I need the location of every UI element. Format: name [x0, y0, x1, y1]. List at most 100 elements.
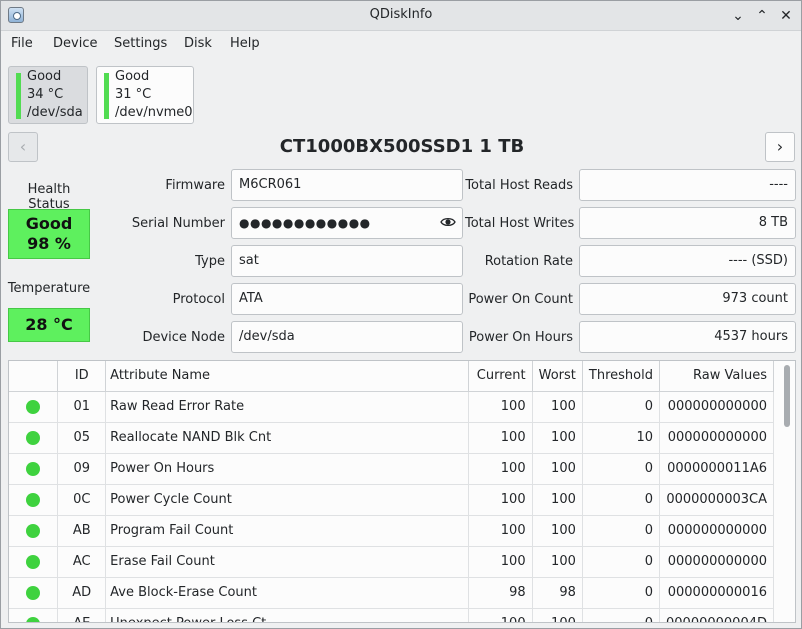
total-host-writes-field: 8 TB: [579, 207, 796, 239]
attribute-current: 98: [468, 577, 533, 609]
status-dot-icon: [26, 461, 41, 476]
device-node: /dev/sda: [27, 105, 83, 120]
serial-number-label: Serial Number: [131, 216, 225, 231]
health-percent-value: 98 %: [27, 234, 71, 253]
column-header-threshold[interactable]: Threshold: [582, 361, 661, 392]
close-icon[interactable]: ✕: [776, 6, 796, 26]
disk-title: CT1000BX500SSD1 1 TB: [279, 136, 525, 157]
status-cell: [9, 577, 59, 609]
device-card-sda[interactable]: Good 34 °C /dev/sda: [8, 66, 88, 124]
attribute-threshold: 0: [582, 546, 661, 578]
total-host-writes-label: Total Host Writes: [465, 216, 575, 231]
status-dot-icon: [26, 523, 41, 538]
attribute-name: Unexpect Power Loss Ct: [105, 608, 469, 622]
power-on-hours-label: Power On Hours: [468, 330, 573, 345]
attribute-raw-value: 000000000000: [659, 515, 774, 547]
table-row[interactable]: AC Erase Fail Count 100 100 0 000000000000: [9, 546, 774, 578]
menu-help[interactable]: Help: [230, 36, 260, 51]
status-dot-icon: [26, 554, 41, 569]
menu-settings[interactable]: Settings: [114, 36, 167, 51]
attribute-current: 100: [468, 608, 533, 622]
temperature-badge: 28 °C: [8, 308, 90, 342]
attribute-threshold: 0: [582, 515, 661, 547]
attribute-threshold: 0: [582, 577, 661, 609]
attribute-name: Reallocate NAND Blk Cnt: [105, 422, 469, 454]
device-node-label: Device Node: [142, 330, 225, 345]
status-dot-icon: [26, 616, 41, 622]
attribute-current: 100: [468, 391, 533, 423]
attribute-threshold: 0: [582, 453, 661, 485]
attribute-worst: 98: [532, 577, 583, 609]
attribute-worst: 100: [532, 391, 583, 423]
rotation-rate-label: Rotation Rate: [484, 254, 573, 269]
attribute-name: Power Cycle Count: [105, 484, 469, 516]
menu-device[interactable]: Device: [53, 36, 97, 51]
power-on-hours-field: 4537 hours: [579, 321, 796, 353]
device-node-value: /dev/sda: [239, 329, 295, 344]
table-row[interactable]: AB Program Fail Count 100 100 0 000000000000: [9, 515, 774, 547]
rotation-rate-value: ---- (SSD): [728, 253, 788, 268]
column-header-attribute-name[interactable]: Attribute Name: [105, 361, 469, 392]
table-row[interactable]: AD Ave Block-Erase Count 98 98 0 000000000016: [9, 577, 774, 609]
status-dot-icon: [26, 585, 41, 600]
eye-icon[interactable]: [440, 214, 456, 230]
table-scrollbar[interactable]: [781, 363, 793, 620]
next-disk-button[interactable]: ›: [765, 132, 795, 162]
table-row[interactable]: AEUnexpect Power Loss Ct1001000000000000…: [9, 608, 774, 622]
attribute-current: 100: [468, 546, 533, 578]
attribute-threshold: 0: [582, 484, 661, 516]
scrollbar-thumb[interactable]: [784, 365, 790, 427]
attribute-id: AE: [57, 608, 107, 622]
protocol-label: Protocol: [172, 292, 225, 307]
attribute-name: Raw Read Error Rate: [105, 391, 469, 423]
column-header-raw-values[interactable]: Raw Values: [659, 361, 774, 392]
status-cell: [9, 422, 59, 454]
table-row[interactable]: 01 Raw Read Error Rate 100 100 0 000000000000: [9, 391, 774, 423]
menu-file[interactable]: File: [11, 36, 33, 51]
type-value: sat: [239, 253, 259, 268]
attribute-threshold: 10: [582, 422, 661, 454]
attribute-name: Erase Fail Count: [105, 546, 469, 578]
attribute-worst: 100: [532, 515, 583, 547]
device-card-nvme0[interactable]: Good 31 °C /dev/nvme0: [96, 66, 194, 124]
chevron-right-icon: ›: [776, 137, 784, 156]
table-row[interactable]: 0C Power Cycle Count 100 100 0 0000000003CA: [9, 484, 774, 516]
attribute-worst: 100: [532, 422, 583, 454]
attribute-id: AB: [57, 515, 107, 547]
attribute-id: AC: [57, 546, 107, 578]
health-indicator-bar: [104, 73, 109, 119]
status-dot-icon: [26, 430, 41, 445]
total-host-reads-label: Total Host Reads: [465, 178, 573, 193]
maximize-icon[interactable]: ⌃: [752, 6, 772, 26]
device-status: Good: [27, 69, 62, 84]
status-cell: [9, 453, 59, 485]
table-row[interactable]: 05 Reallocate NAND Blk Cnt 100 100 10 0000000…: [9, 422, 774, 454]
smart-attributes-table[interactable]: ID Attribute Name Current Worst Threshol…: [8, 360, 796, 623]
attribute-current: 100: [468, 422, 533, 454]
menu-disk[interactable]: Disk: [184, 36, 212, 51]
power-on-count-value: 973 count: [722, 291, 788, 306]
attribute-raw-value: 000000000000: [659, 422, 774, 454]
health-status-value: Good: [25, 214, 73, 233]
attribute-name: Program Fail Count: [105, 515, 469, 547]
attribute-current: 100: [468, 515, 533, 547]
status-dot-icon: [26, 399, 41, 414]
column-header-worst[interactable]: Worst: [532, 361, 583, 392]
menu-bar: File Device Settings Disk Help: [1, 31, 801, 59]
column-header-current[interactable]: Current: [468, 361, 533, 392]
attribute-worst: 100: [532, 484, 583, 516]
table-row[interactable]: 09 Power On Hours 100 100 0 0000000011A6: [9, 453, 774, 485]
temperature-label: Temperature: [7, 281, 91, 296]
attribute-raw-value: 0000000003CA: [659, 484, 774, 516]
device-status: Good: [115, 69, 150, 84]
power-on-hours-value: 4537 hours: [714, 329, 788, 344]
total-host-reads-value: ----: [769, 177, 788, 192]
attribute-id: 01: [57, 391, 107, 423]
column-header-id[interactable]: ID: [57, 361, 107, 392]
minimize-icon[interactable]: ⌄: [728, 6, 748, 26]
device-temperature: 31 °C: [115, 87, 152, 102]
column-header-status[interactable]: [9, 361, 59, 392]
attribute-id: 0C: [57, 484, 107, 516]
health-status-badge: Good 98 %: [8, 209, 90, 259]
health-indicator-bar: [16, 73, 21, 119]
